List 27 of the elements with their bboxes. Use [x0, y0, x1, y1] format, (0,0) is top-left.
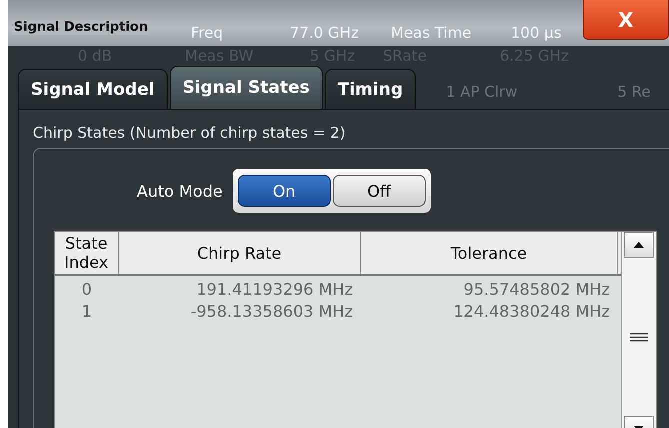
- tab[interactable]: Signal Model: [18, 69, 168, 109]
- tab[interactable]: Timing: [324, 69, 416, 109]
- readout-text: Freq: [191, 24, 224, 42]
- readout-text: 100 µs: [511, 24, 563, 42]
- group-label: Chirp States (Number of chirp states = 2): [33, 124, 347, 142]
- dialog-title: Signal Description: [12, 20, 150, 35]
- readout-text: Meas Time: [391, 24, 473, 42]
- close-button[interactable]: X: [583, 0, 669, 40]
- trace-label: 1 AP Clrw: [446, 82, 518, 100]
- trace-label: 5 Re: [618, 82, 651, 100]
- table-cell-text: -958.13358603 MHz: [190, 301, 354, 323]
- up-arrow-icon: [634, 242, 644, 248]
- column-header: Tolerance: [361, 232, 618, 274]
- tab[interactable]: Signal States: [170, 66, 323, 109]
- table-cell-text: 124.48380248 MHz: [452, 301, 611, 323]
- table-cell-text: 191.41193296 MHz: [196, 279, 354, 301]
- table-cell-text: 95.57485802 MHz: [462, 279, 611, 301]
- scroll-grip-icon: [630, 332, 648, 342]
- toggle-option[interactable]: On: [238, 175, 331, 207]
- readout-text: 77.0 GHz: [290, 24, 360, 42]
- auto-mode-label: Auto Mode: [137, 182, 223, 200]
- table-cell-text: 0: [80, 279, 94, 301]
- table-cell-text: 1: [80, 301, 94, 323]
- scroll-up-button[interactable]: [624, 232, 654, 258]
- column-header: Chirp Rate: [119, 232, 361, 274]
- column-header: State Index: [55, 232, 119, 274]
- toggle-option[interactable]: Off: [332, 175, 426, 207]
